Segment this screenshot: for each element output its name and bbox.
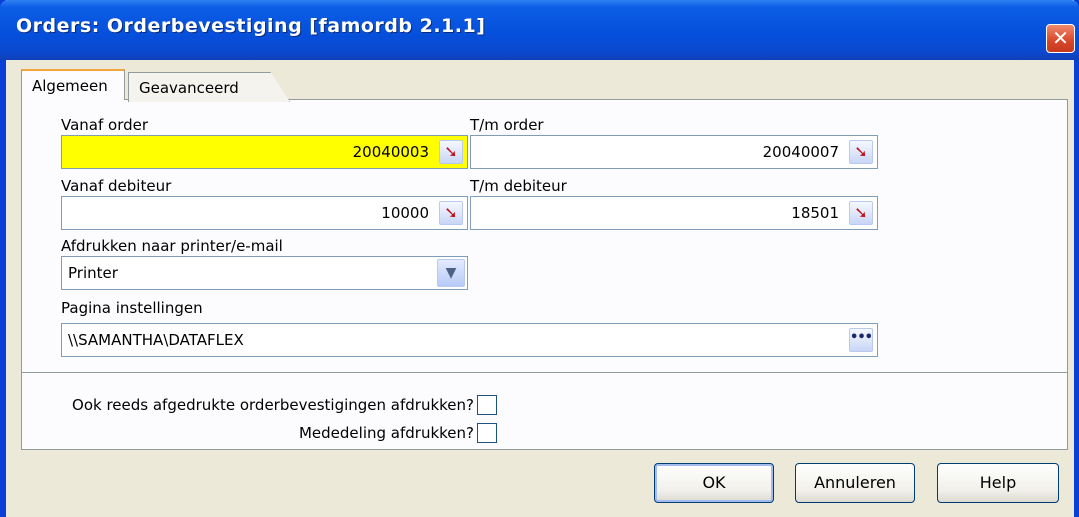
reeds-afgedrukt-checkbox[interactable] xyxy=(477,395,497,415)
tab-label: Geavanceerd xyxy=(139,79,239,97)
tm-order-value: 20040007 xyxy=(762,143,839,161)
window-frame-right xyxy=(1074,0,1079,517)
tab-algemeen[interactable]: Algemeen xyxy=(21,69,125,100)
vanaf-order-label: Vanaf order xyxy=(61,116,149,134)
printer-selected-value: Printer xyxy=(68,264,118,282)
lookup-button[interactable]: ➘ xyxy=(439,201,463,225)
help-button[interactable]: Help xyxy=(937,463,1059,503)
dialog-window: Orders: Orderbevestiging [famordb 2.1.1]… xyxy=(0,0,1079,517)
arrow-lookup-icon: ➘ xyxy=(854,203,868,222)
lookup-button[interactable]: ➘ xyxy=(439,140,463,164)
vanaf-debiteur-field[interactable]: 10000 ➘ xyxy=(61,196,468,230)
close-button[interactable]: ✕ xyxy=(1046,24,1075,53)
dropdown-button[interactable]: ▼ xyxy=(437,259,465,287)
tab-label: Algemeen xyxy=(32,77,108,95)
tm-debiteur-value: 18501 xyxy=(791,204,839,222)
section-divider xyxy=(22,372,1067,374)
tm-debiteur-field[interactable]: 18501 ➘ xyxy=(470,196,878,230)
ok-button[interactable]: OK xyxy=(654,463,774,503)
mededeling-label: Mededeling afdrukken? xyxy=(298,424,474,442)
lookup-button[interactable]: ➘ xyxy=(849,140,873,164)
pagina-field[interactable]: \\SAMANTHA\DATAFLEX ••• xyxy=(61,323,878,357)
vanaf-debiteur-label: Vanaf debiteur xyxy=(61,177,172,195)
ok-button-label: OK xyxy=(702,473,726,492)
window-title: Orders: Orderbevestiging [famordb 2.1.1] xyxy=(16,15,486,37)
chevron-down-icon: ▼ xyxy=(445,265,457,281)
mededeling-checkbox[interactable] xyxy=(477,423,497,443)
arrow-lookup-icon: ➘ xyxy=(854,142,868,161)
browse-button[interactable]: ••• xyxy=(849,328,873,352)
arrow-lookup-icon: ➘ xyxy=(444,203,458,222)
tm-order-field[interactable]: 20040007 ➘ xyxy=(470,135,878,169)
title-bar[interactable]: Orders: Orderbevestiging [famordb 2.1.1]… xyxy=(0,0,1079,60)
annuleren-button-label: Annuleren xyxy=(814,473,896,492)
pagina-label: Pagina instellingen xyxy=(61,299,203,317)
tm-order-label: T/m order xyxy=(470,116,544,134)
vanaf-order-value: 20040003 xyxy=(352,143,429,161)
window-frame-left xyxy=(0,0,6,517)
arrow-lookup-icon: ➘ xyxy=(444,142,458,161)
vanaf-debiteur-value: 10000 xyxy=(381,204,429,222)
close-icon: ✕ xyxy=(1052,26,1069,50)
annuleren-button[interactable]: Annuleren xyxy=(795,463,915,503)
help-button-label: Help xyxy=(979,473,1017,492)
tab-geavanceerd[interactable]: Geavanceerd xyxy=(128,72,290,102)
pagina-value: \\SAMANTHA\DATAFLEX xyxy=(68,331,244,349)
vanaf-order-field[interactable]: 20040003 ➘ xyxy=(61,135,468,169)
printer-select[interactable]: Printer ▼ xyxy=(61,256,468,290)
tm-debiteur-label: T/m debiteur xyxy=(470,177,567,195)
ellipsis-icon: ••• xyxy=(850,330,873,345)
reeds-afgedrukt-label: Ook reeds afgedrukte orderbevestigingen … xyxy=(72,396,474,414)
printer-label: Afdrukken naar printer/e-mail xyxy=(61,237,283,255)
lookup-button[interactable]: ➘ xyxy=(849,201,873,225)
